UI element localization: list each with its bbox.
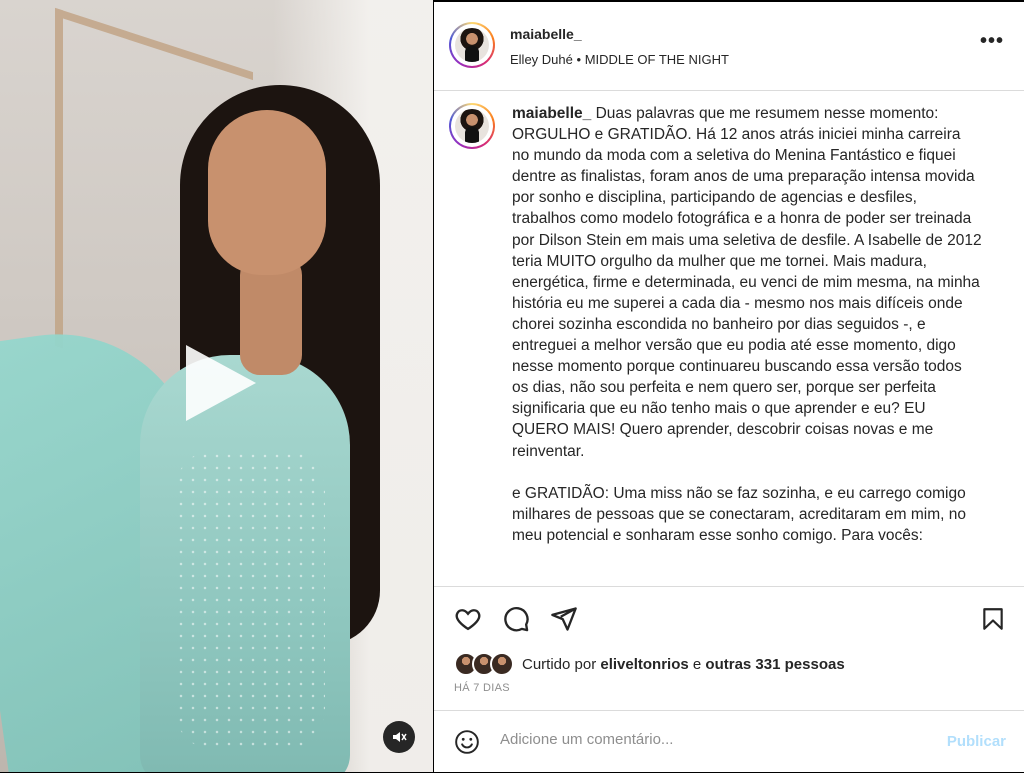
dress-sparkle: [175, 450, 325, 750]
publish-button[interactable]: Publicar: [947, 733, 1006, 750]
play-icon[interactable]: [186, 345, 256, 421]
likes-connector: e: [692, 655, 702, 673]
post-actions: [434, 586, 1024, 711]
likes-row[interactable]: Curtido por eliveltonrios e outras 331 p…: [454, 652, 845, 676]
post-header: maiabelle_ Elley Duhé • MIDDLE OF THE NI…: [434, 2, 1024, 91]
likes-prefix: Curtido por: [522, 655, 597, 673]
speaker-muted-icon: [393, 732, 407, 742]
post-date[interactable]: HÁ 7 DIAS: [454, 682, 510, 694]
likes-user[interactable]: eliveltonrios: [600, 656, 688, 673]
caption-area: maiabelle_ Duas palavras que me resumem …: [434, 91, 1024, 586]
caption: maiabelle_ Duas palavras que me resumem …: [512, 103, 982, 546]
comment-bar: Publicar: [434, 710, 1024, 773]
comment-icon[interactable]: [502, 605, 530, 633]
post-panel: maiabelle_ Elley Duhé • MIDDLE OF THE NI…: [434, 2, 1024, 772]
heart-icon[interactable]: [454, 605, 482, 633]
caption-text: Duas palavras que me resumem nesse momen…: [512, 105, 982, 544]
audio-title: MIDDLE OF THE NIGHT: [584, 52, 729, 67]
mute-button[interactable]: [383, 721, 415, 753]
audio-info[interactable]: Elley Duhé • MIDDLE OF THE NIGHT: [510, 52, 729, 67]
likes-others[interactable]: outras 331 pessoas: [705, 656, 844, 673]
avatar[interactable]: [449, 22, 495, 68]
caption-username[interactable]: maiabelle_: [512, 105, 591, 122]
liker-avatar: [490, 652, 514, 676]
face: [208, 110, 326, 275]
audio-separator: •: [576, 52, 582, 67]
audio-artist: Elley Duhé: [510, 52, 573, 67]
bookmark-icon[interactable]: [980, 605, 1006, 633]
header-username[interactable]: maiabelle_: [510, 26, 582, 42]
comment-input[interactable]: [500, 731, 920, 748]
caption-avatar[interactable]: [449, 103, 495, 149]
more-options-icon[interactable]: •••: [980, 30, 1004, 53]
emoji-icon[interactable]: [454, 729, 480, 755]
paper-plane-icon[interactable]: [550, 605, 578, 633]
likes-text: Curtido por eliveltonrios e outras 331 p…: [522, 656, 845, 673]
post-video[interactable]: [0, 0, 433, 772]
